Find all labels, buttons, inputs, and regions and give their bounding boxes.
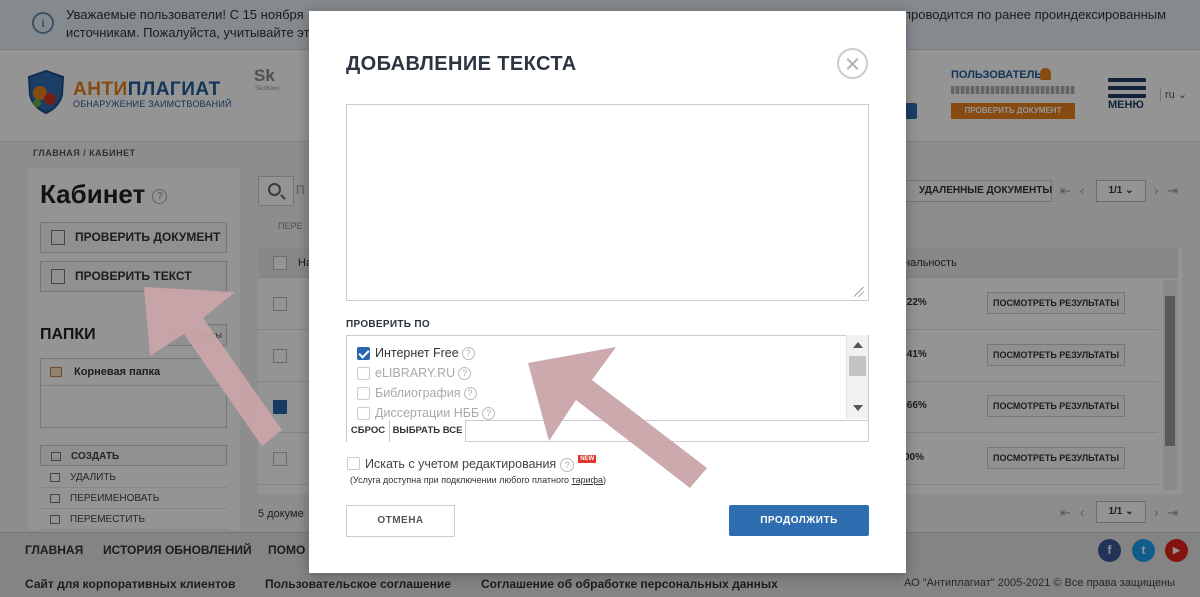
close-icon[interactable] bbox=[837, 48, 868, 79]
help-icon[interactable]: ? bbox=[458, 367, 472, 381]
modal-title: ДОБАВЛЕНИЕ ТЕКСТА bbox=[346, 53, 577, 75]
new-badge: NEW bbox=[578, 455, 597, 463]
continue-button[interactable]: ПРОДОЛЖИТЬ bbox=[729, 505, 869, 536]
help-icon[interactable]: ? bbox=[482, 407, 496, 421]
scroll-down-icon[interactable] bbox=[853, 405, 863, 411]
source-bibliography[interactable]: Библиография? bbox=[357, 384, 477, 402]
cancel-button[interactable]: ОТМЕНА bbox=[346, 505, 455, 537]
select-all-button[interactable]: ВЫБРАТЬ ВСЕ bbox=[390, 420, 466, 442]
checkbox[interactable] bbox=[357, 387, 370, 400]
resize-handle-icon[interactable] bbox=[854, 287, 864, 297]
reset-button[interactable]: СБРОС bbox=[347, 420, 390, 442]
add-text-modal: ДОБАВЛЕНИЕ ТЕКСТА ПРОВЕРИТЬ ПО Интернет … bbox=[309, 11, 906, 573]
source-elibrary[interactable]: eLIBRARY.RU? bbox=[357, 364, 472, 382]
help-icon[interactable]: ? bbox=[560, 457, 575, 472]
scroll-up-icon[interactable] bbox=[853, 342, 863, 348]
check-by-label: ПРОВЕРИТЬ ПО bbox=[346, 319, 430, 330]
checkbox[interactable] bbox=[347, 457, 360, 470]
service-note: (Услуга доступна при подключении любого … bbox=[350, 475, 607, 485]
edit-search-option[interactable]: Искать с учетом редактирования ?NEW bbox=[346, 455, 597, 473]
source-internet-free[interactable]: Интернет Free? bbox=[357, 344, 475, 362]
help-icon[interactable]: ? bbox=[463, 387, 477, 401]
help-icon[interactable]: ? bbox=[461, 347, 475, 361]
checkbox-checked[interactable] bbox=[357, 347, 370, 360]
checkbox[interactable] bbox=[357, 407, 370, 420]
text-input[interactable] bbox=[346, 104, 869, 301]
sources-scrollbar[interactable] bbox=[846, 335, 868, 419]
tariff-link[interactable]: тарифа bbox=[572, 475, 603, 485]
scrollbar-thumb[interactable] bbox=[849, 356, 866, 376]
checkbox[interactable] bbox=[357, 367, 370, 380]
